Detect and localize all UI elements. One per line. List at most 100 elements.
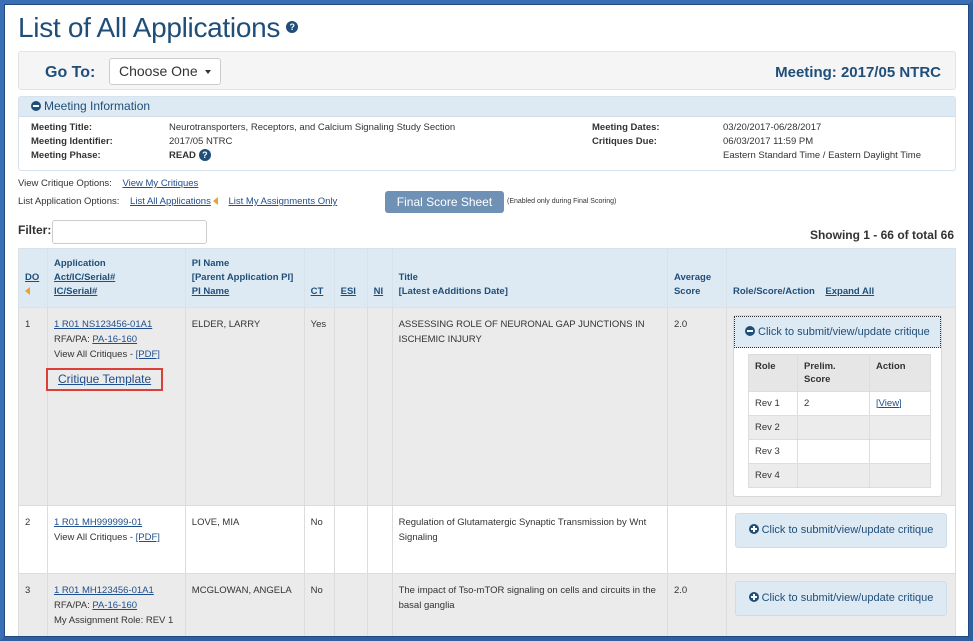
role-row: Rev 2 bbox=[748, 415, 931, 440]
table-header-row: DO Application Act/IC/Serial# IC/Serial# P… bbox=[18, 248, 956, 308]
selected-arrow-icon bbox=[212, 197, 218, 206]
critique-toggle-label: Click to submit/view/update critique bbox=[758, 326, 930, 338]
critique-panel: Click to submit/view/update critique Rol… bbox=[733, 315, 942, 497]
row-pi-name: MCGLOWAN, ANGELA bbox=[184, 573, 305, 638]
pdf-link[interactable]: [PDF] bbox=[136, 532, 160, 543]
col-ni: NI bbox=[366, 248, 393, 308]
role-score-action-header: Role/Score/Action bbox=[733, 286, 815, 297]
minus-circle-icon bbox=[31, 100, 41, 111]
assignment-role: My Assignment Role: REV 1 bbox=[53, 615, 174, 626]
critique-toggle-button[interactable]: Click to submit/view/update critique bbox=[735, 581, 947, 616]
critique-toggle-button[interactable]: Click to submit/view/update critique bbox=[735, 513, 947, 548]
row-application: 1 R01 MH123456-01A1 RFA/PA: PA-16-160 My… bbox=[46, 573, 186, 638]
expand-all-link[interactable]: Expand All bbox=[825, 286, 874, 297]
minus-circle-icon bbox=[745, 326, 755, 337]
action-cell bbox=[869, 439, 931, 464]
col-pi-name: PI Name [Parent Application PI] PI Name bbox=[184, 248, 305, 308]
meeting-identifier-label: Meeting Identifier: bbox=[31, 136, 113, 147]
pdf-link[interactable]: [PDF] bbox=[136, 349, 160, 360]
sort-ni-link[interactable]: NI bbox=[374, 286, 384, 297]
meeting-phase-value: READ bbox=[169, 150, 196, 161]
action-cell: [View] bbox=[869, 391, 931, 416]
score-cell bbox=[797, 415, 870, 440]
role-row: Rev 3 bbox=[748, 439, 931, 464]
critique-template-link[interactable]: Critique Template bbox=[58, 372, 151, 386]
table-row: 3 1 R01 MH123456-01A1 RFA/PA: PA-16-160 … bbox=[18, 573, 956, 638]
final-score-sheet-button[interactable]: Final Score Sheet bbox=[385, 191, 504, 213]
view-critique-link[interactable]: [View] bbox=[876, 398, 902, 409]
meeting-identifier-value: 2017/05 NTRC bbox=[169, 136, 233, 147]
goto-bar: Go To: Choose One Meeting: 2017/05 NTRC bbox=[18, 51, 956, 90]
row-title: Regulation of Glutamatergic Synaptic Tra… bbox=[391, 505, 668, 574]
view-critique-options: View Critique Options: View My Critiques bbox=[18, 178, 198, 189]
page-title: List of All Applications? bbox=[18, 12, 299, 44]
row-esi bbox=[333, 573, 368, 638]
row-ct: Yes bbox=[303, 307, 335, 506]
question-circle-icon[interactable]: ? bbox=[286, 20, 299, 33]
filter-label: Filter: bbox=[18, 223, 52, 237]
rfa-label: RFA/PA: bbox=[53, 600, 90, 611]
meeting-info-left-labels: Meeting Title: Meeting Identifier: Meeti… bbox=[31, 121, 113, 163]
col-do: DO bbox=[18, 248, 48, 308]
view-my-critiques-link[interactable]: View My Critiques bbox=[122, 178, 198, 189]
sort-pi-name-link[interactable]: PI Name bbox=[192, 286, 230, 297]
col-application: Application Act/IC/Serial# IC/Serial# bbox=[46, 248, 186, 308]
row-ct: No bbox=[303, 573, 335, 638]
critique-toggle-button[interactable]: Click to submit/view/update critique bbox=[734, 316, 941, 348]
meeting-info-right-labels: Meeting Dates: Critiques Due: bbox=[592, 121, 660, 149]
row-title: ASSESSING ROLE OF NEURONAL GAP JUNCTIONS… bbox=[391, 307, 668, 506]
goto-select-value: Choose One bbox=[119, 63, 198, 79]
row-role-score-action: Click to submit/view/update critique bbox=[726, 505, 956, 574]
meeting-title-value: Neurotransporters, Receptors, and Calciu… bbox=[169, 122, 456, 133]
sort-arrow-icon bbox=[25, 287, 30, 296]
meeting-info-toggle[interactable]: Meeting Information bbox=[19, 97, 955, 117]
meeting-info-heading: Meeting Information bbox=[44, 99, 151, 113]
meeting-info-left-values: Neurotransporters, Receptors, and Calciu… bbox=[169, 121, 455, 163]
sort-ic-serial-link[interactable]: IC/Serial# bbox=[54, 286, 97, 297]
row-pi-name: LOVE, MIA bbox=[184, 505, 305, 574]
table-row: 1 1 R01 NS123456-01A1 RFA/PA: PA-16-160 … bbox=[18, 307, 956, 506]
application-id-link[interactable]: 1 R01 NS123456-01A1 bbox=[54, 319, 152, 330]
sort-do-link[interactable]: DO bbox=[25, 272, 39, 283]
application-id-link[interactable]: 1 R01 MH123456-01A1 bbox=[54, 585, 154, 596]
col-ct: CT bbox=[303, 248, 335, 308]
showing-count: Showing 1 - 66 of total 66 bbox=[809, 228, 954, 242]
goto-select[interactable]: Choose One bbox=[109, 58, 221, 85]
action-cell bbox=[869, 463, 931, 488]
critique-toggle-label: Click to submit/view/update critique bbox=[761, 592, 934, 604]
rfa-link[interactable]: PA-16-160 bbox=[92, 600, 137, 611]
sort-esi-link[interactable]: ESI bbox=[341, 286, 356, 297]
meeting-phase-label: Meeting Phase: bbox=[31, 150, 101, 161]
row-average-score bbox=[666, 505, 728, 574]
roles-header-role: Role bbox=[748, 354, 798, 392]
eadditions-date-header: [Latest eAdditions Date] bbox=[398, 286, 508, 297]
row-role-score-action: Click to submit/view/update critique bbox=[726, 573, 956, 638]
meeting-info-panel: Meeting Information Meeting Title: Meeti… bbox=[18, 96, 956, 171]
row-ct: No bbox=[303, 505, 335, 574]
roles-table: Role Prelim. Score Action Rev 1 2 [View] … bbox=[748, 354, 931, 488]
parent-pi-header: [Parent Application PI] bbox=[191, 272, 294, 283]
list-all-applications-link[interactable]: List All Applications bbox=[130, 196, 211, 207]
rfa-link[interactable]: PA-16-160 bbox=[92, 334, 137, 345]
role-cell: Rev 3 bbox=[748, 439, 798, 464]
sort-act-ic-serial-link[interactable]: Act/IC/Serial# bbox=[54, 272, 115, 283]
question-circle-icon[interactable]: ? bbox=[198, 149, 211, 162]
list-application-options: List Application Options: List All Appli… bbox=[18, 196, 337, 207]
critiques-due-value: 06/03/2017 11:59 PM bbox=[723, 136, 814, 147]
average-header: Average bbox=[673, 272, 712, 283]
filter-input[interactable] bbox=[52, 220, 207, 244]
prelim-label: Prelim. bbox=[804, 361, 836, 372]
col-role-score-action: Role/Score/Action Expand All bbox=[726, 248, 956, 308]
application-id-link[interactable]: 1 R01 MH999999-01 bbox=[54, 517, 142, 528]
role-cell: Rev 2 bbox=[748, 415, 798, 440]
meeting-dates-label: Meeting Dates: bbox=[592, 122, 660, 133]
list-my-assignments-link[interactable]: List My Assignments Only bbox=[228, 196, 337, 207]
meeting-info-right-values: 03/20/2017-06/28/2017 06/03/2017 11:59 P… bbox=[723, 121, 921, 163]
roles-header-action: Action bbox=[869, 354, 931, 392]
application-header: Application bbox=[53, 258, 106, 269]
row-esi bbox=[333, 307, 368, 506]
col-title: Title [Latest eAdditions Date] bbox=[391, 248, 668, 308]
role-row: Rev 4 bbox=[748, 463, 931, 488]
row-ni bbox=[366, 307, 393, 506]
sort-ct-link[interactable]: CT bbox=[311, 286, 324, 297]
